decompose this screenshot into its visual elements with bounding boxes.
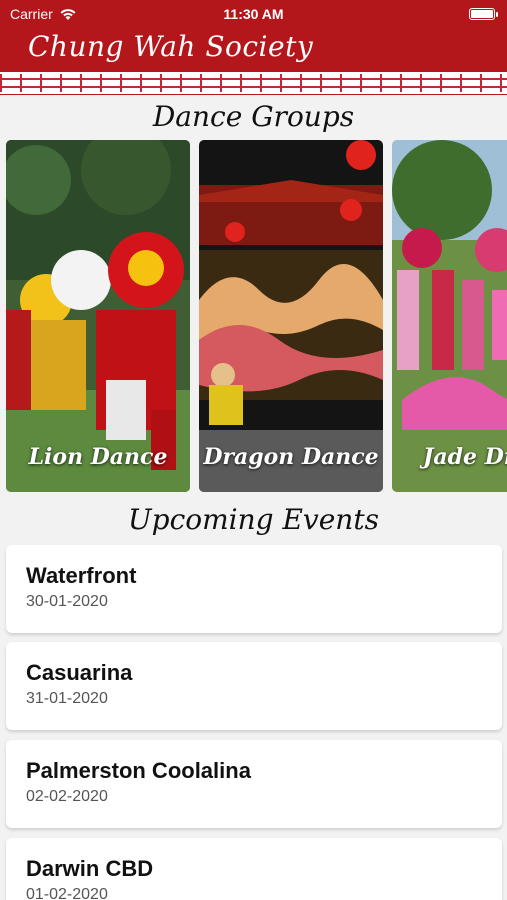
app-title: Chung Wah Society (28, 30, 314, 63)
event-location: Palmerston Coolalina (26, 758, 251, 783)
event-location: Darwin CBD (26, 856, 154, 881)
status-bar: Carrier 11:30 AM (0, 0, 507, 28)
event-item[interactable]: Waterfront 30-01-2020 (6, 545, 502, 633)
event-item[interactable]: Casuarina 31-01-2020 (6, 642, 502, 730)
lion-dance-photo (6, 140, 190, 492)
dance-groups-carousel[interactable]: Lion Dance Dragon Dance Jade D (0, 140, 507, 494)
battery-level (471, 10, 493, 18)
dragon-dance-photo (199, 140, 383, 492)
battery-icon (469, 8, 498, 20)
dance-group-label: Lion Dance (28, 444, 168, 470)
greek-key-border (0, 72, 507, 94)
event-date: 02-02-2020 (26, 788, 108, 805)
dance-group-card-jade[interactable]: Jade Drag (392, 140, 507, 492)
jade-dragon-photo (392, 140, 507, 492)
dance-group-card-lion[interactable]: Lion Dance (6, 140, 190, 492)
dance-groups-title: Dance Groups (152, 100, 355, 133)
event-location: Casuarina (26, 660, 133, 685)
event-item[interactable]: Darwin CBD 01-02-2020 (6, 838, 502, 900)
event-location: Waterfront (26, 563, 137, 588)
event-item[interactable]: Palmerston Coolalina 02-02-2020 (6, 740, 502, 828)
dance-group-label: Dragon Dance (203, 444, 379, 470)
event-date: 31-01-2020 (26, 690, 108, 707)
dance-group-label: Jade Drag (422, 444, 507, 470)
event-date: 01-02-2020 (26, 886, 108, 900)
upcoming-events-title: Upcoming Events (128, 503, 379, 536)
dance-group-card-dragon[interactable]: Dragon Dance (199, 140, 383, 492)
app-header: Carrier 11:30 AM Chung Wah Society (0, 0, 507, 95)
event-date: 30-01-2020 (26, 593, 108, 610)
status-time: 11:30 AM (223, 6, 284, 22)
